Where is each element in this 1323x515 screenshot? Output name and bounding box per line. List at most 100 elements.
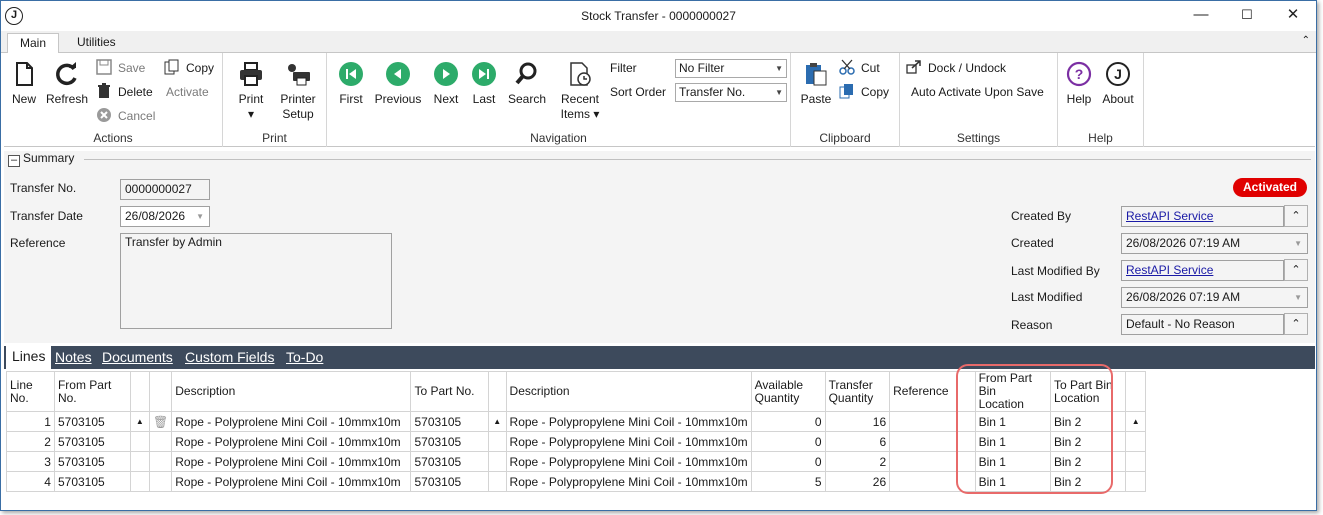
created-by-field[interactable]: RestAPI Service <box>1121 206 1284 227</box>
print-dropdown-icon[interactable]: ▾ <box>248 107 254 121</box>
filter-select[interactable]: No Filter ▼ <box>675 59 787 78</box>
cell-transfer-quantity[interactable]: 2 <box>824 451 891 472</box>
cell-description-to[interactable]: Rope - Polypropylene Mini Coil - 10mmx10… <box>505 431 752 452</box>
cancel-button[interactable]: Cancel <box>96 107 155 125</box>
created-label: Created <box>1011 236 1054 250</box>
cell-to-part-no[interactable]: 5703105 <box>410 451 489 472</box>
print-button[interactable]: Print ▾ <box>233 61 269 122</box>
auto-activate-toggle[interactable]: Auto Activate Upon Save <box>911 83 1044 101</box>
cell-description-from[interactable]: Rope - Polyprolene Mini Coil - 10mmx10m <box>171 451 412 472</box>
transfer-date-field[interactable]: 26/08/2026 ▼ <box>120 206 210 227</box>
col-available-quantity[interactable]: Available Quantity <box>750 371 826 412</box>
copy-record-button[interactable]: Copy <box>164 59 214 77</box>
about-label: About <box>1102 92 1134 106</box>
cell-from-part-no[interactable]: 5703105 <box>53 431 131 452</box>
cell-transfer-quantity[interactable]: 16 <box>824 411 891 432</box>
cell-available-quantity[interactable]: 0 <box>750 411 826 432</box>
dock-undock-button[interactable]: Dock / Undock <box>906 59 1006 77</box>
col-description-from[interactable]: Description <box>171 371 412 412</box>
refresh-button[interactable]: Refresh <box>46 61 88 107</box>
last-modified-by-expand-button[interactable]: ⌃ <box>1284 259 1308 281</box>
reason-label: Reason <box>1011 318 1053 332</box>
collapse-ribbon-icon[interactable]: ⌃ <box>1302 35 1310 46</box>
trash-icon[interactable]: 🗑 <box>149 411 173 432</box>
tab-main[interactable]: Main <box>7 33 60 54</box>
reason-expand-button[interactable]: ⌃ <box>1284 313 1308 335</box>
cell-description-from[interactable]: Rope - Polyprolene Mini Coil - 10mmx10m <box>171 411 412 432</box>
last-modified-by-field[interactable]: RestAPI Service <box>1121 260 1284 281</box>
tab-to-do[interactable]: To-Do <box>286 349 323 365</box>
created-by-expand-button[interactable]: ⌃ <box>1284 205 1308 227</box>
minimize-button[interactable]: — <box>1178 1 1224 31</box>
ribbon: New Refresh Save Delete Cancel Copy Acti… <box>4 53 1315 147</box>
cell-line-no[interactable]: 4 <box>6 471 55 492</box>
expand-up-icon[interactable]: ▲ <box>487 411 507 432</box>
cell-description-to[interactable]: Rope - Polypropylene Mini Coil - 10mmx10… <box>505 451 752 472</box>
cell-available-quantity[interactable]: 5 <box>750 471 826 492</box>
cell-available-quantity[interactable]: 0 <box>750 431 826 452</box>
created-field[interactable]: 26/08/2026 07:19 AM ▼ <box>1121 233 1308 254</box>
cell-from-part-no[interactable]: 5703105 <box>53 411 131 432</box>
col-transfer-quantity[interactable]: Transfer Quantity <box>824 371 891 412</box>
cell-from-part-no[interactable]: 5703105 <box>53 451 131 472</box>
cell-to-part-no[interactable]: 5703105 <box>410 431 489 452</box>
delete-button[interactable]: Delete <box>96 83 153 101</box>
last-button[interactable]: Last <box>469 61 499 107</box>
cell-description-to[interactable]: Rope - Polypropylene Mini Coil - 10mmx10… <box>505 411 752 432</box>
printer-setup-button[interactable]: Printer Setup <box>277 61 319 122</box>
svg-text:J: J <box>1114 66 1122 82</box>
collapse-icon[interactable]: – <box>8 155 20 167</box>
col-from-part-no[interactable]: From Part No. <box>53 371 131 412</box>
summary-header[interactable]: – Summary <box>8 151 74 167</box>
created-by-link[interactable]: RestAPI Service <box>1126 209 1213 223</box>
paste-button[interactable]: Paste <box>799 61 833 107</box>
reference-textarea[interactable]: Transfer by Admin <box>120 233 392 329</box>
close-button[interactable]: ✕ <box>1270 1 1316 31</box>
about-button[interactable]: J About <box>1100 61 1136 107</box>
tab-lines[interactable]: Lines <box>6 346 52 369</box>
cell-to-part-no[interactable]: 5703105 <box>410 411 489 432</box>
previous-label: Previous <box>374 92 422 106</box>
transfer-no-field[interactable]: 0000000027 <box>120 179 210 200</box>
cell-description-from[interactable]: Rope - Polyprolene Mini Coil - 10mmx10m <box>171 471 412 492</box>
first-button[interactable]: First <box>335 61 367 107</box>
cell-line-no[interactable]: 1 <box>6 411 55 432</box>
save-button[interactable]: Save <box>96 59 145 77</box>
expand-up-icon[interactable]: ▲ <box>129 411 151 432</box>
col-description-to[interactable]: Description <box>505 371 752 412</box>
col-line-no[interactable]: Line No. <box>6 371 55 412</box>
new-button[interactable]: New <box>10 61 38 107</box>
cell-to-part-no[interactable]: 5703105 <box>410 471 489 492</box>
previous-button[interactable]: Previous <box>373 61 423 107</box>
cell-line-no[interactable]: 2 <box>6 431 55 452</box>
cell-available-quantity[interactable]: 0 <box>750 451 826 472</box>
delete-label: Delete <box>118 85 153 99</box>
cell-from-part-no[interactable]: 5703105 <box>53 471 131 492</box>
search-button[interactable]: Search <box>507 61 547 107</box>
recent-items-button[interactable]: Recent Items ▾ <box>557 61 603 122</box>
cell-transfer-quantity[interactable]: 6 <box>824 431 891 452</box>
next-button[interactable]: Next <box>431 61 461 107</box>
cell-description-to[interactable]: Rope - Polypropylene Mini Coil - 10mmx10… <box>505 471 752 492</box>
last-record-icon <box>472 62 496 86</box>
tab-utilities[interactable]: Utilities <box>65 33 128 53</box>
col-to-part-no[interactable]: To Part No. <box>410 371 489 412</box>
copy-button[interactable]: Copy <box>839 83 889 101</box>
cell-line-no[interactable]: 3 <box>6 451 55 472</box>
tab-custom-fields[interactable]: Custom Fields <box>185 349 274 365</box>
help-button[interactable]: ? Help <box>1064 61 1094 107</box>
tab-notes[interactable]: Notes <box>55 349 92 365</box>
last-modified-by-link[interactable]: RestAPI Service <box>1126 263 1213 277</box>
reason-field[interactable]: Default - No Reason <box>1121 314 1284 335</box>
cell-transfer-quantity[interactable]: 26 <box>824 471 891 492</box>
cut-button[interactable]: Cut <box>839 59 880 77</box>
maximize-button[interactable]: ☐ <box>1224 1 1270 31</box>
print-group: Print ▾ Printer Setup Print <box>223 53 327 147</box>
last-modified-field[interactable]: 26/08/2026 07:19 AM ▼ <box>1121 287 1308 308</box>
sort-order-select[interactable]: Transfer No. ▼ <box>675 83 787 102</box>
cell-description-from[interactable]: Rope - Polyprolene Mini Coil - 10mmx10m <box>171 431 412 452</box>
transfer-no-label: Transfer No. <box>10 181 77 195</box>
activate-button[interactable]: Activate <box>166 83 209 101</box>
tab-documents[interactable]: Documents <box>102 349 173 365</box>
scroll-up-icon[interactable]: ▲ <box>1125 411 1146 432</box>
